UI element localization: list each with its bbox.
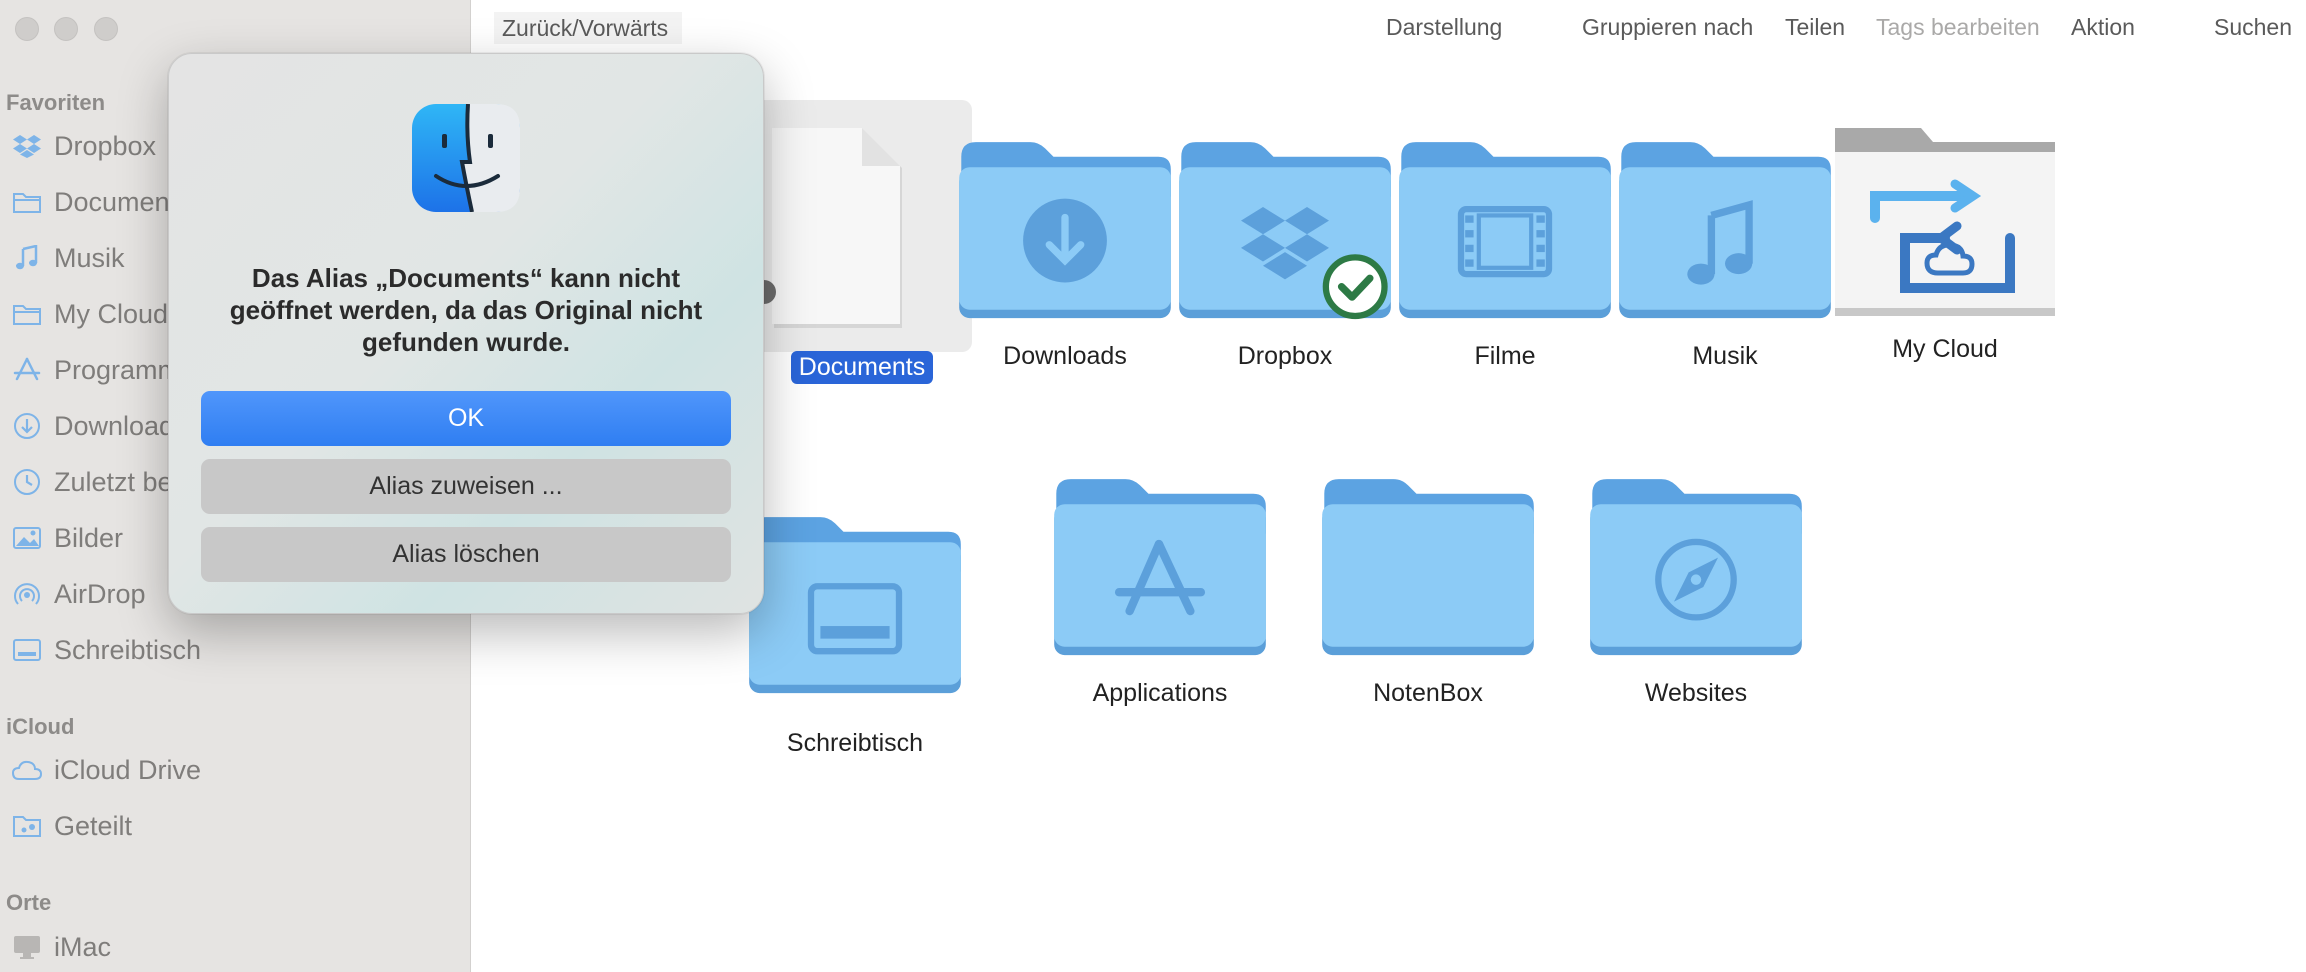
view-button[interactable]: Darstellung [1386, 14, 1502, 41]
sidebar-item-label: Schreibtisch [54, 634, 202, 665]
sidebar-item-label: AirDrop [54, 578, 146, 609]
music-folder-icon [1615, 133, 1835, 323]
file-label: Applications [1092, 679, 1228, 707]
sidebar-item-icloud-drive[interactable]: iCloud Drive [0, 745, 470, 795]
file-item-documents[interactable]: Documents [752, 118, 972, 384]
ok-button[interactable]: OK [201, 391, 731, 446]
file-item-applications[interactable]: Applications [1050, 470, 1270, 710]
sidebar-item-label: Bilder [54, 522, 124, 553]
zoom-window-button[interactable] [94, 17, 118, 41]
toolbar: Zurück/Vorwärts Darstellung Gruppieren n… [470, 0, 2306, 56]
back-forward-button[interactable]: Zurück/Vorwärts [494, 12, 683, 44]
file-item-filme[interactable]: Filme [1395, 133, 1615, 373]
file-label: My Cloud [1892, 335, 1998, 363]
minimize-window-button[interactable] [54, 17, 78, 41]
folder-icon [9, 187, 45, 217]
sidebar-item-label: iCloud Drive [54, 754, 202, 785]
sidebar-item-label: Geteilt [54, 810, 133, 841]
close-window-button[interactable] [15, 17, 39, 41]
dialog-message: Das Alias „Documents“ kann nicht geöffne… [229, 263, 703, 357]
sidebar-item-schreibtisch[interactable]: Schreibtisch [0, 625, 470, 675]
clock-icon [9, 467, 45, 497]
sidebar-item-label: My Cloud [54, 298, 169, 329]
share-button[interactable]: Teilen [1785, 14, 1845, 41]
music-note-icon [9, 243, 45, 273]
dropbox-folder-icon [1175, 133, 1395, 320]
movies-folder-icon [1395, 133, 1615, 323]
group-by-button[interactable]: Gruppieren nach [1582, 14, 1753, 41]
imac-icon [9, 932, 45, 962]
dropbox-icon [9, 131, 45, 161]
finder-icon [412, 104, 520, 212]
file-item-downloads[interactable]: Downloads [955, 133, 1175, 373]
folder-icon [9, 299, 45, 329]
file-item-dropbox[interactable]: Dropbox [1175, 133, 1395, 373]
sidebar-section-orte: Orte [6, 890, 52, 915]
alias-error-dialog: Das Alias „Documents“ kann nicht geöffne… [168, 53, 764, 614]
websites-folder-icon [1586, 470, 1806, 660]
sidebar-item-label: Dropbox [54, 130, 157, 161]
download-circle-icon [9, 411, 45, 441]
file-item-my-cloud[interactable]: My Cloud [1835, 128, 2060, 366]
file-label: Filme [1474, 342, 1536, 370]
action-button[interactable]: Aktion [2071, 14, 2135, 41]
shared-folder-icon [9, 811, 45, 841]
app-store-icon [9, 355, 45, 385]
file-label: NotenBox [1373, 679, 1483, 707]
file-label: Musik [1692, 342, 1758, 370]
sidebar-section-icloud: iCloud [6, 714, 75, 739]
alias-document-icon [752, 128, 902, 328]
file-label: Websites [1644, 679, 1748, 707]
file-item-websites[interactable]: Websites [1586, 470, 1806, 710]
sidebar-item-label: Download [54, 410, 175, 441]
sidebar-item-label: Musik [54, 242, 125, 273]
downloads-folder-icon [955, 133, 1175, 323]
sidebar-item-imac[interactable]: iMac [0, 922, 470, 972]
photo-icon [9, 523, 45, 553]
file-item-notenbox[interactable]: NotenBox [1318, 470, 1538, 710]
desktop-icon [9, 635, 45, 665]
sidebar-item-label: Programm [54, 354, 181, 385]
sidebar-item-label: Documen [54, 186, 170, 217]
airdrop-icon [9, 579, 45, 609]
delete-alias-button[interactable]: Alias löschen [201, 527, 731, 582]
folder-icon [1318, 470, 1538, 660]
file-item-schreibtisch[interactable]: Schreibtisch [745, 508, 965, 760]
desktop-folder-icon [745, 508, 965, 698]
sidebar-item-label: Zuletzt be [54, 466, 173, 497]
sidebar-item-label: iMac [54, 931, 112, 962]
file-item-musik[interactable]: Musik [1615, 133, 1835, 373]
edit-tags-button[interactable]: Tags bearbeiten [1876, 14, 2040, 41]
file-label: Downloads [1003, 342, 1127, 370]
my-cloud-folder-icon [1835, 128, 2060, 316]
file-label: Dropbox [1237, 342, 1333, 370]
file-label: Documents [790, 351, 934, 384]
sidebar-section-favoriten: Favoriten [6, 90, 106, 115]
sidebar-item-geteilt[interactable]: Geteilt [0, 801, 470, 851]
reassign-alias-button[interactable]: Alias zuweisen ... [201, 459, 731, 514]
cloud-icon [9, 755, 45, 785]
search-button[interactable]: Suchen [2214, 14, 2292, 41]
applications-folder-icon [1050, 470, 1270, 660]
file-label: Schreibtisch [786, 729, 924, 757]
